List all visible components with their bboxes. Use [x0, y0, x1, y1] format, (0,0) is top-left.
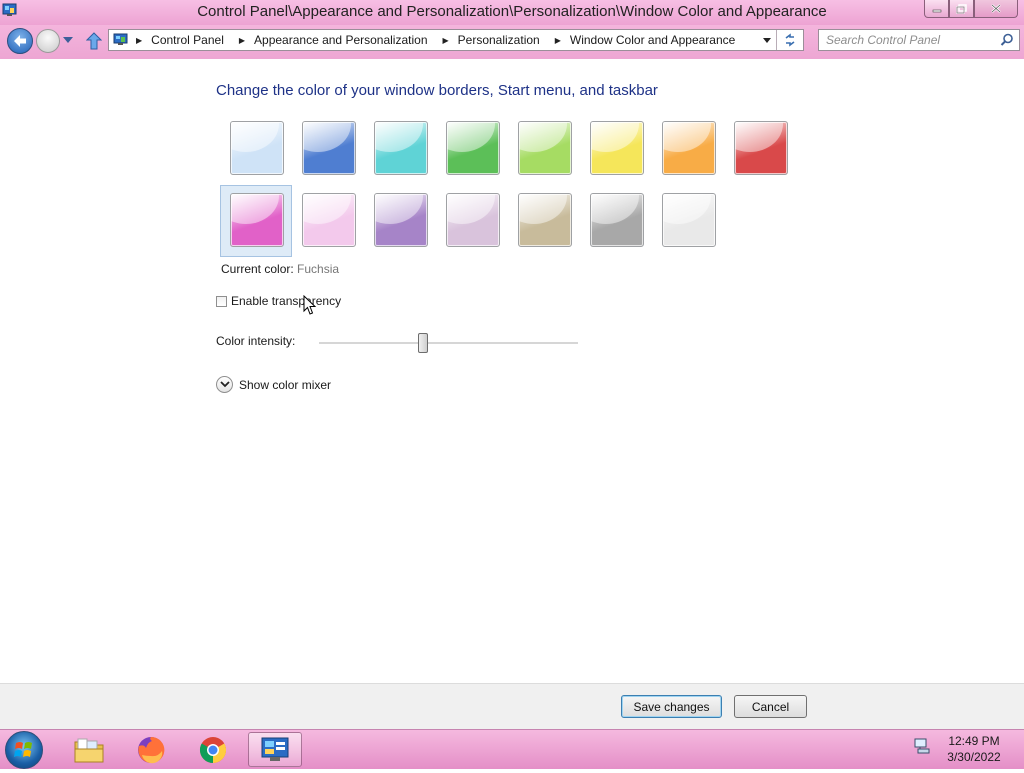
taskbar	[0, 729, 1024, 769]
firefox-taskbar-button[interactable]	[124, 732, 178, 767]
clock-time: 12:49 PM	[948, 734, 1000, 748]
page-heading: Change the color of your window borders,…	[216, 82, 658, 99]
save-changes-button[interactable]: Save changes	[621, 695, 722, 718]
navigation-bar: ▶ Control Panel ▶ Appearance and Persona…	[0, 25, 1024, 59]
chrome-icon	[199, 736, 227, 763]
close-button[interactable]	[974, 0, 1018, 18]
dialog-footer: Save changes Cancel	[0, 683, 1024, 730]
transparency-label[interactable]: Enable transparency	[231, 294, 341, 308]
title-bar: Control Panel\Appearance and Personaliza…	[0, 0, 1024, 25]
color-swatch-tile[interactable]	[374, 193, 428, 247]
breadcrumb-personalization[interactable]: Personalization	[458, 33, 540, 47]
refresh-button[interactable]	[776, 30, 803, 50]
color-swatch-tile[interactable]	[518, 121, 572, 175]
chevron-right-icon: ▶	[136, 35, 143, 45]
breadcrumb-item[interactable]: ▶ Appearance and Personalization	[238, 33, 442, 47]
chevron-right-icon: ▶	[554, 35, 561, 45]
current-color-label: Current color:	[221, 262, 294, 276]
color-swatch[interactable]	[652, 185, 724, 257]
search-placeholder: Search Control Panel	[826, 33, 941, 47]
color-swatch-tile[interactable]	[662, 121, 716, 175]
network-icon[interactable]	[913, 738, 931, 754]
control-panel-taskbar-button[interactable]	[248, 732, 302, 767]
breadcrumb-appearance[interactable]: Appearance and Personalization	[254, 33, 427, 47]
color-swatch[interactable]	[220, 185, 292, 257]
color-swatch-tile[interactable]	[302, 121, 356, 175]
color-swatch[interactable]	[580, 113, 652, 185]
color-swatch[interactable]	[364, 113, 436, 185]
show-color-mixer-label[interactable]: Show color mixer	[239, 378, 331, 392]
color-swatch[interactable]	[292, 113, 364, 185]
color-swatch[interactable]	[292, 185, 364, 257]
color-swatch-tile[interactable]	[590, 121, 644, 175]
current-color-value: Fuchsia	[297, 262, 340, 276]
back-arrow-icon	[14, 35, 26, 47]
breadcrumb-item[interactable]: ▶ Control Panel	[135, 33, 238, 47]
forward-button[interactable]	[36, 29, 60, 53]
file-explorer-taskbar-button[interactable]	[62, 732, 116, 767]
breadcrumb-control-panel[interactable]: Control Panel	[151, 33, 224, 47]
window-title: Control Panel\Appearance and Personaliza…	[197, 3, 827, 20]
chevron-down-icon[interactable]	[216, 376, 233, 393]
chrome-taskbar-button[interactable]	[186, 732, 240, 767]
refresh-icon	[785, 33, 795, 47]
transparency-option[interactable]: Enable transparency	[216, 294, 341, 308]
color-swatch[interactable]	[508, 113, 580, 185]
cancel-button[interactable]: Cancel	[734, 695, 807, 718]
color-swatch-tile[interactable]	[446, 193, 500, 247]
close-icon	[991, 4, 1001, 13]
firefox-icon	[138, 736, 165, 763]
color-swatch-tile[interactable]	[590, 193, 644, 247]
start-button[interactable]	[5, 731, 43, 769]
breadcrumb-window-color[interactable]: Window Color and Appearance	[570, 33, 735, 47]
color-swatch[interactable]	[652, 113, 724, 185]
breadcrumb-item[interactable]: ▶ Window Color and Appearance	[554, 33, 750, 47]
color-swatch-tile[interactable]	[374, 121, 428, 175]
color-swatch-tile[interactable]	[662, 193, 716, 247]
breadcrumb-item[interactable]: ▶ Personalization	[442, 33, 554, 47]
control-panel-icon	[261, 737, 289, 761]
recent-pages-dropdown-icon[interactable]	[63, 37, 73, 43]
up-arrow-icon[interactable]	[86, 32, 102, 50]
color-swatch-tile[interactable]	[230, 121, 284, 175]
search-icon[interactable]	[1000, 33, 1014, 47]
color-swatch-tile[interactable]	[518, 193, 572, 247]
mouse-cursor-icon	[303, 295, 317, 315]
minimize-icon	[932, 9, 941, 12]
search-input[interactable]: Search Control Panel	[818, 29, 1020, 51]
show-color-mixer-toggle[interactable]: Show color mixer	[216, 376, 331, 393]
color-swatch-tile[interactable]	[446, 121, 500, 175]
chevron-right-icon: ▶	[442, 35, 449, 45]
color-swatch[interactable]	[436, 185, 508, 257]
clock-date: 3/30/2022	[947, 750, 1001, 764]
color-intensity-label: Color intensity:	[216, 334, 296, 348]
color-swatch[interactable]	[580, 185, 652, 257]
color-intensity-slider-track[interactable]	[319, 342, 578, 345]
color-swatch-grid	[220, 113, 820, 263]
chevron-right-icon: ▶	[238, 35, 246, 45]
back-button[interactable]	[7, 28, 33, 54]
color-swatch[interactable]	[436, 113, 508, 185]
restore-icon	[956, 3, 967, 14]
color-swatch-tile[interactable]	[230, 193, 284, 247]
color-swatch[interactable]	[364, 185, 436, 257]
address-dropdown-icon[interactable]	[762, 32, 772, 48]
color-swatch-tile[interactable]	[734, 121, 788, 175]
color-swatch[interactable]	[508, 185, 580, 257]
transparency-checkbox[interactable]	[216, 295, 227, 307]
current-color-text: Current color: Fuchsia	[221, 262, 339, 276]
windows-logo-icon	[14, 742, 32, 757]
color-swatch[interactable]	[220, 113, 292, 185]
color-intensity-slider-thumb[interactable]	[418, 333, 428, 353]
color-swatch-tile[interactable]	[302, 193, 356, 247]
address-bar[interactable]: ▶ Control Panel ▶ Appearance and Persona…	[108, 29, 804, 51]
control-panel-icon	[113, 33, 128, 45]
color-swatch[interactable]	[724, 113, 796, 185]
minimize-button[interactable]	[924, 0, 949, 18]
folder-icon	[74, 738, 104, 762]
maximize-button[interactable]	[949, 0, 974, 18]
system-clock[interactable]: 12:49 PM 3/30/2022	[932, 733, 1016, 765]
